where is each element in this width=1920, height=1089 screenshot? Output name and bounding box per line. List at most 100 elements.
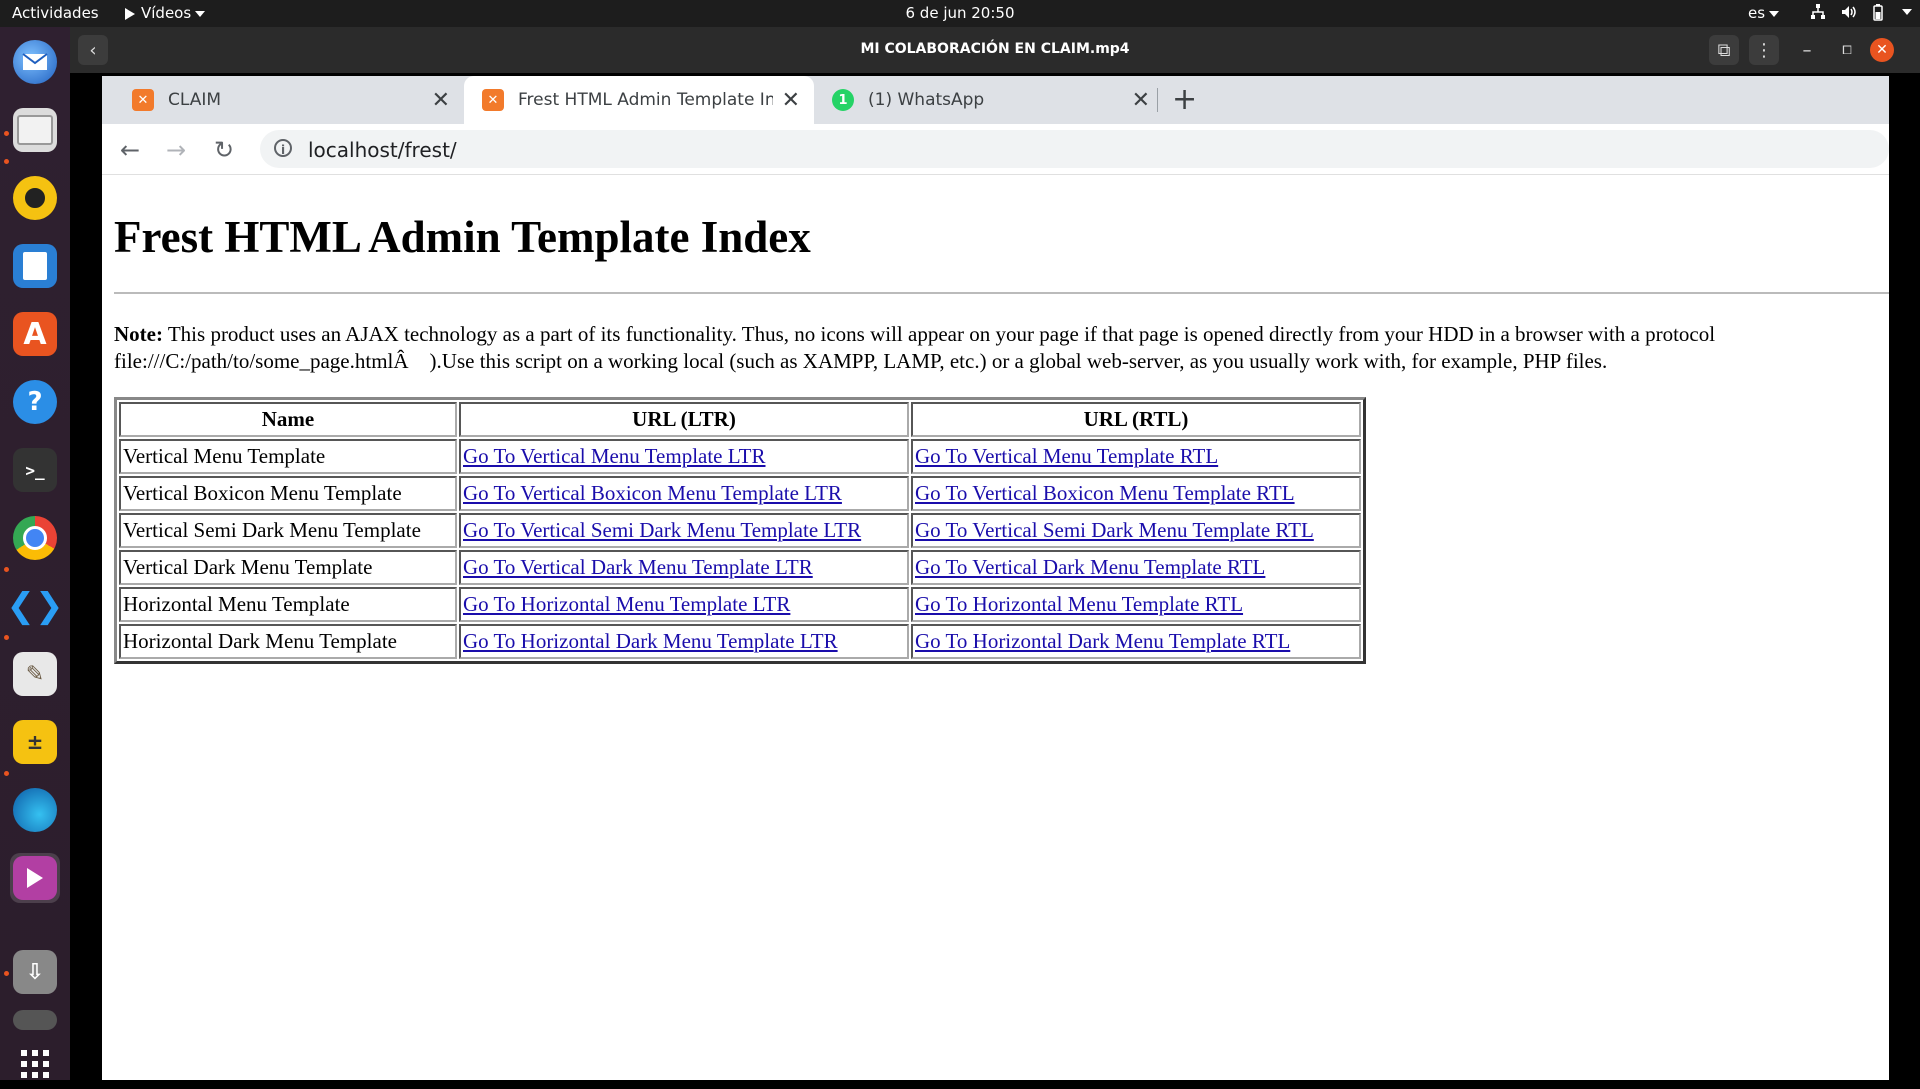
tab-title: CLAIM [168, 90, 222, 110]
address-bar[interactable]: i localhost/frest/ [260, 130, 1889, 168]
restore-icon: ⧠ [1842, 42, 1852, 57]
clock[interactable]: 6 de jun 20:50 [0, 4, 1920, 22]
note-label: Note: [114, 322, 163, 346]
battery-icon [1873, 4, 1883, 21]
rtl-link[interactable]: Go To Vertical Boxicon Menu Template RTL [915, 481, 1295, 505]
address-text[interactable]: localhost/frest/ [308, 138, 457, 162]
page-title: Frest HTML Admin Template Index [114, 212, 811, 262]
close-tab-icon[interactable]: ✕ [1132, 88, 1150, 113]
table-row: Vertical Semi Dark Menu Template Go To V… [119, 513, 1361, 548]
tab-title: (1) WhatsApp [868, 90, 985, 110]
language-indicator[interactable]: es [1748, 4, 1780, 22]
files-icon[interactable] [10, 105, 60, 155]
network-icon [1811, 4, 1825, 19]
close-button[interactable]: ✕ [1870, 38, 1894, 62]
tab-claim[interactable]: ✕ CLAIM ✕ [102, 76, 464, 124]
column-header-name: Name [119, 402, 457, 437]
table-row: Vertical Boxicon Menu Template Go To Ver… [119, 476, 1361, 511]
minimize-button[interactable]: – [1792, 35, 1822, 65]
browser-toolbar: ← → ↻ i localhost/frest/ [102, 124, 1889, 175]
note-text-line2: file:///C:/path/to/some_page.htmlÂ ).Use… [114, 349, 1608, 373]
gimp-icon[interactable]: ✎ [10, 649, 60, 699]
minimize-icon: – [1802, 39, 1812, 61]
vscode-icon[interactable]: ❮❯ [7, 581, 64, 631]
template-name: Vertical Semi Dark Menu Template [119, 513, 457, 548]
whatsapp-badge: 1 [838, 92, 848, 108]
web-page: Frest HTML Admin Template Index Note: Th… [102, 175, 1889, 1080]
close-tab-icon[interactable]: ✕ [432, 88, 450, 113]
volume-icon [1842, 6, 1856, 18]
rtl-link[interactable]: Go To Vertical Semi Dark Menu Template R… [915, 518, 1314, 542]
ltr-link[interactable]: Go To Vertical Semi Dark Menu Template L… [463, 518, 861, 542]
ltr-link[interactable]: Go To Vertical Dark Menu Template LTR [463, 555, 813, 579]
ltr-link[interactable]: Go To Vertical Boxicon Menu Template LTR [463, 481, 842, 505]
tab-separator [1157, 88, 1158, 112]
table-row: Vertical Menu Template Go To Vertical Me… [119, 439, 1361, 474]
system-tray[interactable] [1810, 3, 1912, 21]
rtl-link[interactable]: Go To Horizontal Dark Menu Template RTL [915, 629, 1290, 653]
rtl-link[interactable]: Go To Vertical Dark Menu Template RTL [915, 555, 1265, 579]
close-tab-icon[interactable]: ✕ [782, 88, 800, 113]
videos-icon[interactable] [10, 853, 60, 903]
chrome-icon[interactable] [10, 513, 60, 563]
usb-drive-icon[interactable]: ⇩ [10, 947, 60, 997]
thunderbird-icon[interactable] [10, 37, 60, 87]
terminal-icon[interactable]: >_ [10, 445, 60, 495]
app-menu[interactable]: Vídeos [125, 4, 206, 22]
table-row: Horizontal Menu Template Go To Horizonta… [119, 587, 1361, 622]
template-name: Vertical Boxicon Menu Template [119, 476, 457, 511]
close-icon: ✕ [1876, 42, 1888, 58]
system-top-bar: Actividades Vídeos 6 de jun 20:50 es [0, 0, 1920, 27]
table-header-row: Name URL (LTR) URL (RTL) [119, 402, 1361, 437]
tab-whatsapp[interactable]: 1 (1) WhatsApp ✕ [814, 76, 1164, 124]
rtl-link[interactable]: Go To Vertical Menu Template RTL [915, 444, 1218, 468]
tab-title: Frest HTML Admin Template Inde [518, 90, 773, 110]
menu-button[interactable]: ⋮ [1749, 35, 1779, 65]
template-name: Vertical Dark Menu Template [119, 550, 457, 585]
column-header-rtl: URL (RTL) [911, 402, 1361, 437]
site-info-icon[interactable]: i [274, 139, 292, 157]
rtl-link[interactable]: Go To Horizontal Menu Template RTL [915, 592, 1243, 616]
tab-frest[interactable]: ✕ Frest HTML Admin Template Inde ✕ [464, 76, 814, 124]
whatsapp-icon: 1 [832, 89, 854, 111]
xampp-icon: ✕ [132, 89, 154, 111]
activities-button[interactable]: Actividades [12, 4, 99, 22]
kebab-menu-icon: ⋮ [1755, 39, 1773, 61]
reload-icon[interactable]: ↻ [214, 136, 234, 164]
note-text-line1: This product uses an AJAX technology as … [162, 322, 1716, 346]
template-name: Horizontal Menu Template [119, 587, 457, 622]
browser-tab-strip: ✕ CLAIM ✕ ✕ Frest HTML Admin Template In… [102, 76, 1889, 124]
note-paragraph: Note: This product uses an AJAX technolo… [114, 321, 1914, 375]
column-header-ltr: URL (LTR) [459, 402, 909, 437]
writer-icon[interactable] [10, 241, 60, 291]
rhythmbox-icon[interactable] [10, 173, 60, 223]
new-tab-button[interactable]: + [1172, 82, 1197, 117]
table-row: Vertical Dark Menu Template Go To Vertic… [119, 550, 1361, 585]
divider [114, 292, 1889, 294]
back-arrow-icon[interactable]: ← [120, 136, 140, 164]
template-name: Vertical Menu Template [119, 439, 457, 474]
language-label: es [1748, 4, 1766, 22]
templates-table: Name URL (LTR) URL (RTL) Vertical Menu T… [114, 397, 1366, 664]
xampp-icon: ✕ [482, 89, 504, 111]
ltr-link[interactable]: Go To Horizontal Dark Menu Template LTR [463, 629, 838, 653]
play-icon [125, 7, 135, 20]
forward-arrow-icon[interactable]: → [166, 136, 186, 164]
template-name: Horizontal Dark Menu Template [119, 624, 457, 659]
help-icon[interactable]: ? [10, 377, 60, 427]
dock: A ? >_ ❮❯ ✎ ± ⇩ [0, 27, 70, 1080]
edge-icon[interactable] [10, 785, 60, 835]
video-player-header: ‹ MI COLABORACIÓN EN CLAIM.mp4 ⧉ ⋮ – ⧠ ✕ [70, 27, 1920, 73]
app-menu-label: Vídeos [141, 4, 192, 22]
ltr-link[interactable]: Go To Horizontal Menu Template LTR [463, 592, 790, 616]
picture-in-picture-button[interactable]: ⧉ [1709, 35, 1739, 65]
chevron-down-icon [1902, 9, 1912, 15]
chevron-down-icon [1769, 10, 1780, 17]
maximize-button[interactable]: ⧠ [1832, 35, 1862, 65]
software-icon[interactable]: A [10, 309, 60, 359]
app-grid-icon[interactable] [10, 1039, 60, 1089]
ltr-link[interactable]: Go To Vertical Menu Template LTR [463, 444, 766, 468]
chevron-down-icon [195, 10, 206, 17]
pip-icon: ⧉ [1717, 39, 1731, 61]
calculator-icon[interactable]: ± [10, 717, 60, 767]
